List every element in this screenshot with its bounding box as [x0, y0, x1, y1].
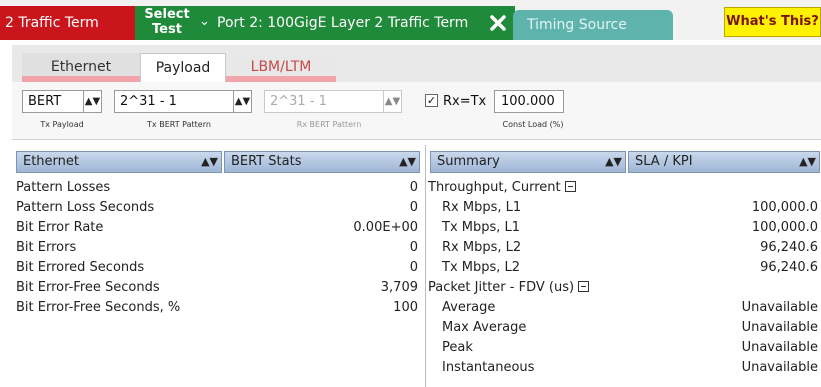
tx-bert-pattern-label: Tx BERT Pattern	[147, 120, 211, 129]
summary-label: Tx Mbps, L1	[442, 220, 521, 235]
group-title: Packet Jitter - FDV (us)	[428, 280, 575, 295]
summary-label: Peak	[442, 340, 473, 355]
bert-stats-panel: Ethernet ▲▼ BERT Stats ▲▼ Pattern Losses…	[12, 145, 422, 387]
summary-value: Unavailable	[741, 340, 818, 355]
tab-payload-label: Payload	[155, 60, 211, 76]
spinner-icon: ▲▼	[233, 91, 251, 112]
chevron-down-icon[interactable]: ⌄	[199, 14, 210, 29]
summary-row: Max Average Unavailable	[442, 318, 818, 338]
summary-row: Peak Unavailable	[442, 338, 818, 358]
rx-bert-pattern-select[interactable]: 2^31 - 1 ▲▼	[264, 90, 402, 113]
bert-stat-row: Bit Error-Free Seconds 3,709	[16, 278, 418, 298]
sub-tab-bar: Ethernet Payload LBM/LTM	[12, 45, 821, 82]
right-view-value: SLA / KPI	[635, 154, 693, 169]
spinner-icon: ▲▼	[201, 155, 218, 168]
left-category-value: Ethernet	[23, 154, 79, 169]
stat-value: 0	[409, 200, 418, 215]
summary-label: Instantaneous	[442, 360, 535, 375]
right-category-select[interactable]: Summary ▲▼	[430, 151, 626, 173]
spinner-icon: ▲▼	[799, 155, 816, 168]
summary-row: Rx Mbps, L2 96,240.6	[442, 238, 818, 258]
whats-this-button[interactable]: What's This?	[724, 7, 821, 37]
rx-eq-tx-label: Rx=Tx	[443, 94, 487, 109]
rx-eq-tx-checkbox[interactable]: ✓	[425, 94, 438, 107]
stat-value: 3,709	[380, 280, 418, 295]
stat-label: Pattern Losses	[16, 180, 111, 195]
left-category-select[interactable]: Ethernet ▲▼	[16, 151, 222, 173]
bert-stat-row: Bit Error Rate 0.00E+00	[16, 218, 418, 238]
tx-payload-select[interactable]: BERT ▲▼	[22, 90, 102, 113]
summary-group-header[interactable]: Throughput, Current	[428, 178, 576, 198]
summary-value: 100,000.0	[751, 200, 818, 215]
stat-label: Pattern Loss Seconds	[16, 200, 155, 215]
left-view-value: BERT Stats	[231, 154, 302, 169]
stat-label: Bit Errors	[16, 240, 77, 255]
bert-stat-row: Bit Error-Free Seconds, % 100	[16, 298, 418, 318]
tx-payload-value: BERT	[28, 94, 62, 109]
summary-label: Tx Mbps, L2	[442, 260, 521, 275]
summary-value: Unavailable	[741, 300, 818, 315]
right-category-value: Summary	[437, 154, 500, 169]
rx-bert-pattern-value: 2^31 - 1	[270, 94, 327, 109]
stat-value: 100	[393, 300, 418, 315]
group-title: Throughput, Current	[428, 180, 561, 195]
tab-payload[interactable]: Payload	[140, 53, 226, 82]
spinner-icon: ▲▼	[605, 155, 622, 168]
close-icon[interactable]	[489, 14, 507, 32]
spinner-icon: ▲▼	[83, 91, 101, 112]
summary-label: Rx Mbps, L1	[442, 200, 522, 215]
stat-label: Bit Error Rate	[16, 220, 104, 235]
tab-ethernet[interactable]: Ethernet	[22, 53, 140, 82]
tx-bert-pattern-select[interactable]: 2^31 - 1 ▲▼	[114, 90, 252, 113]
test-tab-bar: 2 Traffic Term Select Test ⌄ Port 2: 100…	[0, 0, 821, 40]
summary-label: Rx Mbps, L2	[442, 240, 522, 255]
select-test-label: Select Test	[144, 7, 190, 37]
payload-config-row: BERT ▲▼ Tx Payload 2^31 - 1 ▲▼ Tx BERT P…	[12, 82, 821, 140]
stat-value: 0	[409, 240, 418, 255]
port-tab-title: Port 2: 100GigE Layer 2 Traffic Term	[217, 15, 469, 31]
tab-timing-source[interactable]: Timing Source	[513, 10, 673, 40]
bert-stat-row: Bit Errored Seconds 0	[16, 258, 418, 278]
summary-row: Tx Mbps, L2 96,240.6	[442, 258, 818, 278]
summary-row: Rx Mbps, L1 100,000.0	[442, 198, 818, 218]
tx-bert-pattern-value: 2^31 - 1	[120, 94, 177, 109]
const-load-label: Const Load (%)	[502, 120, 564, 129]
summary-row: Instantaneous Unavailable	[442, 358, 818, 378]
summary-value: 100,000.0	[751, 220, 818, 235]
tx-payload-label: Tx Payload	[40, 120, 84, 129]
summary-row: Tx Mbps, L1 100,000.0	[442, 218, 818, 238]
tab-lbm-ltm[interactable]: LBM/LTM	[226, 53, 336, 82]
tab-lbm-ltm-label: LBM/LTM	[250, 59, 312, 75]
stat-label: Bit Error-Free Seconds, %	[16, 300, 181, 315]
stat-label: Bit Errored Seconds	[16, 260, 145, 275]
tab-prev-port[interactable]: 2 Traffic Term	[0, 6, 135, 40]
summary-label: Max Average	[442, 320, 527, 335]
summary-value: Unavailable	[741, 320, 818, 335]
summary-panel: Summary ▲▼ SLA / KPI ▲▼ Throughput, Curr…	[425, 145, 821, 387]
tab-active-port[interactable]: Select Test ⌄ Port 2: 100GigE Layer 2 Tr…	[135, 6, 515, 40]
right-view-select[interactable]: SLA / KPI ▲▼	[628, 151, 820, 173]
summary-label: Average	[442, 300, 496, 315]
summary-value: 96,240.6	[760, 240, 818, 255]
stat-value: 0	[409, 180, 418, 195]
rx-bert-pattern-label: Rx BERT Pattern	[296, 120, 362, 129]
collapse-icon[interactable]	[578, 281, 590, 292]
left-view-select[interactable]: BERT Stats ▲▼	[224, 151, 420, 173]
summary-value: Unavailable	[741, 360, 818, 375]
collapse-icon[interactable]	[564, 181, 576, 192]
spinner-icon: ▲▼	[383, 91, 401, 112]
summary-value: 96,240.6	[760, 260, 818, 275]
bert-stat-row: Bit Errors 0	[16, 238, 418, 258]
spinner-icon: ▲▼	[399, 155, 416, 168]
stat-value: 0	[409, 260, 418, 275]
tab-ethernet-label: Ethernet	[50, 59, 112, 75]
bert-stat-row: Pattern Losses 0	[16, 178, 418, 198]
stat-label: Bit Error-Free Seconds	[16, 280, 160, 295]
const-load-input[interactable]: 100.000	[494, 90, 564, 113]
select-test-button[interactable]: Select Test	[141, 7, 193, 37]
bert-stat-row: Pattern Loss Seconds 0	[16, 198, 418, 218]
stat-value: 0.00E+00	[353, 220, 418, 235]
summary-group-header[interactable]: Packet Jitter - FDV (us)	[428, 278, 590, 298]
summary-row: Average Unavailable	[442, 298, 818, 318]
